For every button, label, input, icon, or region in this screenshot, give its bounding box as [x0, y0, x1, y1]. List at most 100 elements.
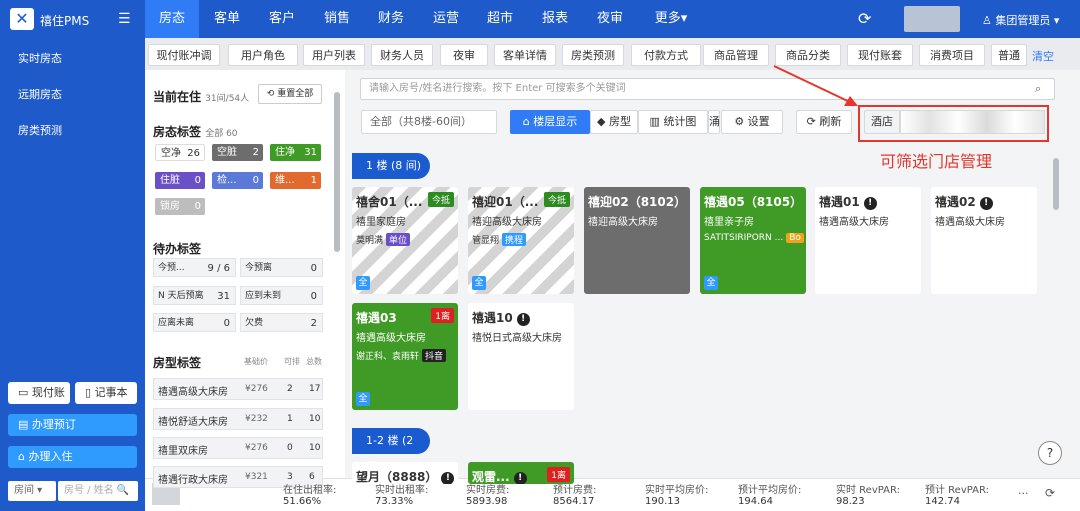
todo-not-arrived[interactable]: 应到未到 0 [240, 286, 323, 305]
floor-header-1-2[interactable]: 1-2 楼 (2 间) [352, 428, 430, 473]
warning-icon: ! [441, 472, 455, 484]
roomtype-name: 禧悦舒适大床房 [158, 417, 228, 428]
room-name: 禧遇05（8105） [704, 193, 802, 210]
room-name: 禧遇03 [356, 309, 397, 326]
room-card[interactable]: 禧遇10! 禧悦日式高级大床房 [468, 303, 574, 410]
todo-today-depart[interactable]: 今预离 0 [240, 258, 323, 277]
stat-label: 实时平均房价: [645, 485, 709, 496]
top-bar: ✕ 禧住PMS ☰ 房态 客单 客户 销售 财务 运营 超市 报表 夜审 更多▾… [0, 0, 1080, 38]
note-icon: ▯ [85, 386, 95, 399]
floor-header-1[interactable]: 1 楼 (8 间) [352, 153, 430, 179]
reset-all-button[interactable]: ⟲ 重置全部 [258, 84, 322, 104]
sidebar-item-realtime[interactable]: 实时房态 [18, 50, 62, 66]
room-type: 禧遇高级大床房 [935, 217, 1005, 228]
room-number: 禧遇01 [819, 195, 860, 209]
nav-item-finance[interactable]: 财务 [367, 0, 415, 38]
status-chip-occupied-clean[interactable]: 住净 31 [270, 144, 321, 161]
roomtype-available: 1 [287, 414, 293, 424]
nav-item-more[interactable]: 更多▾ [642, 0, 700, 38]
roomtype-row[interactable]: 禧里双床房 ¥276 0 10 [153, 437, 323, 459]
refresh-icon[interactable]: ⟳ [858, 9, 871, 28]
room-card[interactable]: 禧遇02! 禧遇高级大床房 [931, 187, 1037, 294]
tab-goods-manage[interactable]: 商品管理 [703, 44, 769, 66]
roomtype-tags-title: 房型标签 [153, 356, 202, 370]
room-guest: 谢正科、袁雨轩 抖音 [356, 349, 447, 362]
room-card[interactable]: 禧舍01（... 今抵 禧里家庭房 莫明满 单位全 [352, 187, 458, 294]
notes-button[interactable]: ▯ 记事本 [75, 382, 137, 404]
nav-item-night-audit[interactable]: 夜审 [586, 0, 634, 38]
checkin-label: 办理入住 [28, 450, 73, 463]
left-panel-scrollbar[interactable] [334, 92, 340, 252]
main-scrollbar[interactable] [1053, 158, 1059, 210]
tab-user-list[interactable]: 用户列表 [303, 44, 365, 66]
nav-item-customers[interactable]: 客户 [258, 0, 306, 38]
sidebar-item-forecast[interactable]: 房类预测 [18, 122, 62, 138]
room-card[interactable]: 禧遇01! 禧遇高级大床房 [815, 187, 921, 294]
room-number: 禧遇02 [935, 195, 976, 209]
todo-n-days-depart[interactable]: N 天后预离 31 [153, 286, 236, 305]
checkin-button[interactable]: ⌂ 办理入住 [8, 446, 137, 468]
room-card[interactable]: 禧迎01（... 今抵 禧迎高级大床房 管显翔 携程全 [468, 187, 574, 294]
tab-payment-methods[interactable]: 付款方式 [631, 44, 701, 66]
status-chip-locked[interactable]: 锁房 0 [155, 198, 205, 215]
tab-normal[interactable]: 普通 [991, 44, 1027, 66]
status-chip-maintenance[interactable]: 维... 1 [270, 172, 321, 189]
floor-display-button[interactable]: ⌂ 楼层显示 [510, 110, 590, 134]
channel-tag: Bo [786, 233, 804, 243]
nav-item-room-status[interactable]: 房态 [145, 0, 199, 38]
room-card[interactable]: 禧遇05（8105） 禧里亲子房 SATITSIRIPORN ... Bo 全 [700, 187, 806, 294]
nav-item-sales[interactable]: 销售 [313, 0, 361, 38]
avatar [904, 6, 960, 32]
sidebar-item-future[interactable]: 远期房态 [18, 86, 62, 102]
status-chip-inspect[interactable]: 检... 0 [212, 172, 263, 189]
cut-off-button[interactable]: 涌 [708, 110, 720, 134]
room-name: 禧迎02（8102） [588, 193, 686, 210]
tab-consume-items[interactable]: 消费项目 [919, 44, 985, 66]
user-menu[interactable]: ♙ 集团管理员 ▾ [982, 12, 1059, 28]
room-card[interactable]: 禧遇03 1离 禧遇高级大床房 谢正科、袁雨轩 抖音全 [352, 303, 458, 410]
tab-order-detail[interactable]: 客单详情 [494, 44, 556, 66]
nav-item-orders[interactable]: 客单 [203, 0, 251, 38]
room-card[interactable]: 禧迎02（8102） 禧迎高级大床房 [584, 187, 690, 294]
room-type: 禧里家庭房 [356, 217, 406, 228]
roomtype-row[interactable]: 禧悦舒适大床房 ¥232 1 10 [153, 408, 323, 430]
nav-item-operations[interactable]: 运营 [422, 0, 470, 38]
room-badge: 今抵 [543, 192, 570, 207]
more-icon[interactable]: ··· [1018, 487, 1029, 500]
menu-toggle-icon[interactable]: ☰ [118, 11, 131, 27]
status-chip-vacant-clean[interactable]: 空净 26 [155, 144, 205, 161]
roomtype-row[interactable]: 禧遇高级大床房 ¥276 2 17 [153, 378, 323, 400]
todo-arrears[interactable]: 欠费 2 [240, 313, 323, 332]
stats-chart-button[interactable]: ▥ 统计图 [638, 110, 708, 134]
tab-night-audit[interactable]: 夜审 [440, 44, 488, 66]
clear-tabs-button[interactable]: 清空 [1032, 48, 1054, 64]
ledger-button[interactable]: ▭ 现付账 [8, 382, 70, 404]
room-search-input[interactable]: 请输入房号/姓名进行搜索。按下 Enter 可搜索多个关键词 [360, 78, 1055, 100]
stat-value: 98.23 [836, 496, 865, 507]
room-filter-select[interactable]: 房间 ▾ [8, 481, 56, 501]
todo-not-departed[interactable]: 应离未离 0 [153, 313, 236, 332]
tab-user-roles[interactable]: 用户角色 [228, 44, 298, 66]
todo-today-arrive[interactable]: 今预... 9 / 6 [153, 258, 236, 277]
room-search-input[interactable]: 房号 / 姓名 🔍 [58, 481, 138, 501]
tab-room-forecast[interactable]: 房类预测 [562, 44, 624, 66]
refresh-stats-icon[interactable]: ⟳ [1045, 486, 1055, 500]
room-guest: 管显翔 携程 [472, 233, 527, 246]
status-chip-occupied-dirty[interactable]: 住脏 0 [155, 172, 205, 189]
floor-select[interactable]: 全部（共8楼-60间） [361, 110, 497, 134]
roomtype-price: ¥321 [245, 472, 268, 482]
all-tag: 全 [356, 276, 370, 290]
booking-button[interactable]: ▤ 办理预订 [8, 414, 137, 436]
wallet-icon: ▭ [18, 386, 32, 399]
nav-item-reports[interactable]: 报表 [531, 0, 579, 38]
room-type: 禧悦日式高级大床房 [472, 333, 562, 344]
search-icon[interactable]: ⌕ [1035, 82, 1041, 96]
status-chip-vacant-dirty[interactable]: 空脏 2 [212, 144, 263, 161]
roomtype-view-button[interactable]: ◆ 房型 [590, 110, 638, 134]
tab-finance-staff[interactable]: 财务人员 [371, 44, 433, 66]
help-button[interactable]: ? [1038, 441, 1062, 465]
booking-label: 办理预订 [31, 418, 76, 431]
tab-cash-adjust[interactable]: 现付账冲调 [148, 44, 220, 66]
settings-label: 设置 [747, 115, 770, 128]
nav-item-market[interactable]: 超市 [476, 0, 524, 38]
